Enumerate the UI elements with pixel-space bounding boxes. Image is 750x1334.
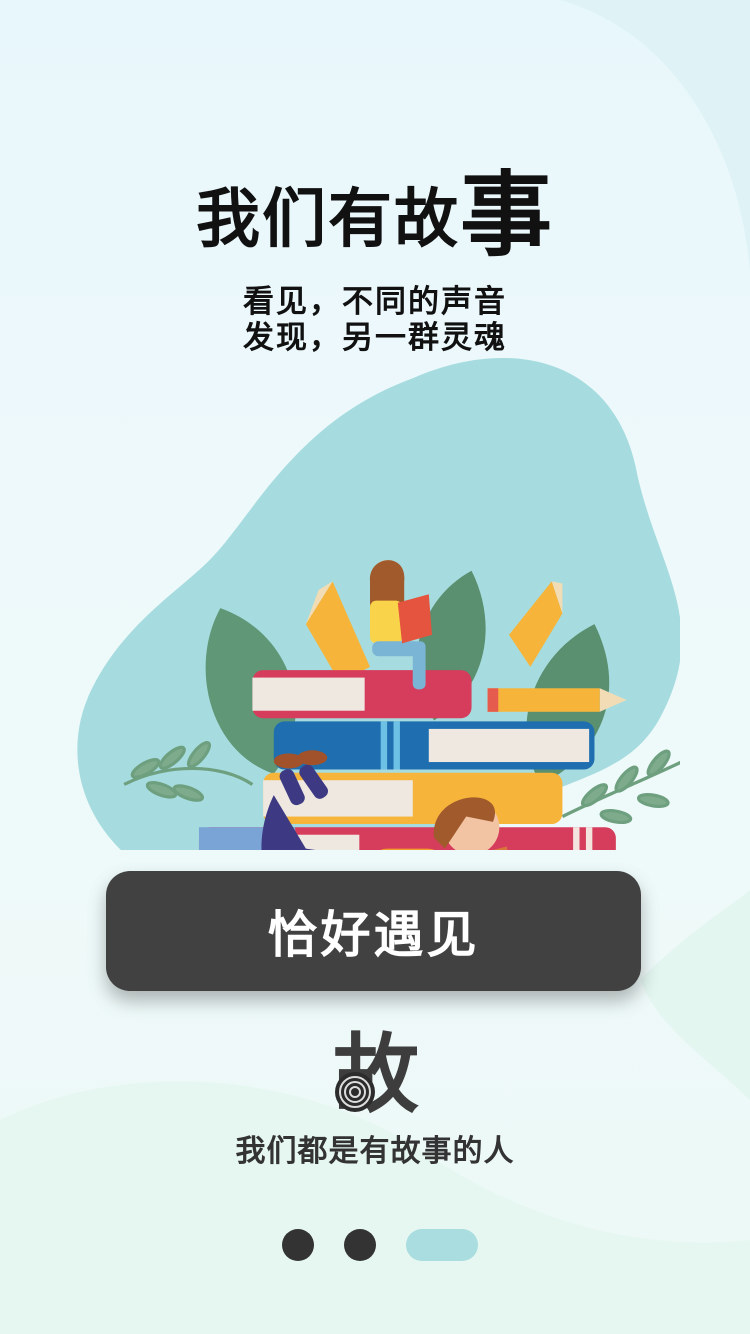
tagline: 我们都是有故事的人: [235, 1134, 515, 1169]
logo: 故: [330, 1030, 422, 1120]
pencil-horizontal: [487, 688, 627, 712]
page-indicator: [282, 1229, 478, 1261]
meet-button[interactable]: 恰好遇见: [106, 871, 641, 991]
page-dot-3-active[interactable]: [406, 1229, 478, 1261]
wood-ring-icon: [335, 1072, 375, 1112]
headline-prefix: 我们有故: [195, 183, 460, 257]
page-dot-1[interactable]: [282, 1229, 314, 1261]
reading-illustration: [77, 357, 680, 850]
page-dot-2[interactable]: [344, 1229, 376, 1261]
headline: 我们有故事: [0, 170, 750, 262]
book-top: [252, 670, 472, 719]
headline-emphasis: 事: [459, 162, 554, 269]
